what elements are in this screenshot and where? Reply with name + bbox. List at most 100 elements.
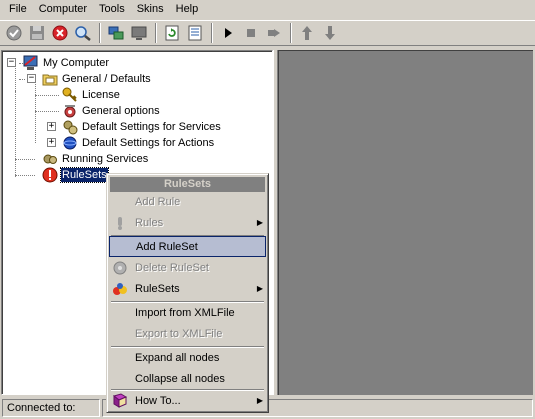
folder-icon — [42, 71, 58, 87]
red-x-circle-icon — [52, 25, 68, 41]
tree-connector — [15, 175, 35, 176]
tree-node-running-services[interactable]: Running Services — [42, 151, 149, 167]
menu-file[interactable]: File — [3, 1, 33, 18]
toolbar — [0, 20, 535, 46]
menu-item-add-ruleset[interactable]: Add RuleSet — [109, 236, 266, 257]
menu-item-label: Delete RuleSet — [135, 261, 209, 274]
menu-item-label: RuleSets — [135, 282, 180, 295]
running-gears-icon — [42, 151, 58, 167]
tree-node-label: Default Settings for Actions — [82, 137, 215, 149]
tree-node-label: General / Defaults — [62, 73, 151, 85]
monitor-icon — [131, 26, 147, 40]
blank-icon — [109, 368, 131, 389]
menu-skins[interactable]: Skins — [131, 1, 170, 18]
tree-node-rulesets[interactable]: RuleSets — [42, 167, 109, 183]
save-button[interactable] — [26, 22, 48, 44]
tree-node-default-services[interactable]: Default Settings for Services — [62, 119, 222, 135]
magnifier-icon — [75, 26, 91, 41]
rulesets-exclamation-icon — [42, 167, 58, 183]
move-up-button[interactable] — [296, 22, 318, 44]
toolbar-separator — [290, 23, 292, 43]
connect-button[interactable] — [3, 22, 25, 44]
tree-node-default-actions[interactable]: Default Settings for Actions — [62, 135, 215, 151]
refresh-button[interactable] — [161, 22, 183, 44]
properties-list-icon — [188, 25, 202, 41]
actions-globe-icon — [62, 135, 78, 151]
blank-icon — [109, 323, 131, 344]
expand-toggle[interactable]: + — [47, 138, 56, 147]
tree-connector — [35, 81, 36, 143]
refresh-icon — [165, 25, 179, 41]
menu-item-label: Collapse all nodes — [135, 372, 225, 385]
tree-connector — [15, 159, 35, 160]
menu-item-label: Export to XMLFile — [135, 327, 223, 340]
menu-bar: File Computer Tools Skins Help — [0, 0, 535, 19]
submenu-arrow-icon: ▶ — [256, 284, 264, 293]
toolbar-separator — [155, 23, 157, 43]
arrow-down-icon — [325, 26, 335, 40]
menu-item-label: Add Rule — [135, 195, 181, 208]
help-book-icon — [109, 390, 131, 411]
tree-connector — [15, 65, 16, 91]
menu-item-collapse-all[interactable]: Collapse all nodes — [109, 368, 266, 389]
submenu-arrow-icon: ▶ — [256, 396, 264, 405]
menu-item-label: Rules — [135, 216, 164, 229]
toolbar-separator — [211, 23, 213, 43]
tree-node-general-options[interactable]: General options — [62, 103, 161, 119]
find-computer-button[interactable] — [72, 22, 94, 44]
stop-button[interactable] — [240, 22, 262, 44]
stop-icon — [247, 29, 255, 37]
menu-item-rules[interactable]: Rules ▶ — [109, 212, 266, 233]
tree-node-label: My Computer — [43, 57, 110, 69]
network-computers-icon — [108, 26, 124, 40]
tree-connector — [35, 111, 59, 112]
blank-icon — [110, 236, 132, 257]
step-forward-icon — [268, 29, 280, 37]
computer-icon — [23, 55, 39, 71]
menu-item-rulesets[interactable]: RuleSets ▶ — [109, 278, 266, 299]
menu-item-label: How To... — [135, 394, 181, 407]
pause-button[interactable] — [263, 22, 285, 44]
menu-help[interactable]: Help — [170, 1, 205, 18]
tree-node-my-computer[interactable]: My Computer — [23, 55, 110, 71]
blank-icon — [109, 191, 131, 212]
blank-icon — [109, 302, 131, 323]
computers-button[interactable] — [105, 22, 127, 44]
context-menu-title: RuleSets — [110, 177, 265, 192]
menu-item-expand-all[interactable]: Expand all nodes — [109, 347, 266, 368]
menu-computer[interactable]: Computer — [33, 1, 93, 18]
floppy-disk-icon — [30, 26, 44, 40]
arrow-up-icon — [302, 26, 312, 40]
menu-item-export-xml[interactable]: Export to XMLFile — [109, 323, 266, 344]
tree-node-label: License — [82, 89, 120, 101]
menu-tools[interactable]: Tools — [93, 1, 131, 18]
tree-node-license[interactable]: License — [62, 87, 121, 103]
collapse-toggle[interactable]: − — [7, 58, 16, 67]
rulesets-stack-icon — [109, 278, 131, 299]
context-menu: RuleSets Add Rule Rules ▶ Add RuleSet De… — [106, 173, 269, 413]
expand-toggle[interactable]: + — [47, 122, 56, 131]
tree-node-general-defaults[interactable]: General / Defaults — [42, 71, 152, 87]
play-icon — [225, 28, 232, 38]
disconnect-button[interactable] — [49, 22, 71, 44]
services-gears-icon — [62, 119, 78, 135]
start-button[interactable] — [217, 22, 239, 44]
tree-node-label: General options — [82, 105, 160, 117]
menu-item-how-to[interactable]: How To... ▶ — [109, 390, 266, 411]
delete-disc-icon — [109, 257, 131, 278]
rule-exclamation-icon — [109, 212, 131, 233]
menu-item-label: Expand all nodes — [135, 351, 220, 364]
menu-item-import-xml[interactable]: Import from XMLFile — [109, 302, 266, 323]
menu-item-delete-ruleset[interactable]: Delete RuleSet — [109, 257, 266, 278]
menu-item-add-rule[interactable]: Add Rule — [109, 191, 266, 212]
connection-status: Connected to: — [2, 399, 100, 417]
settings-gear-icon — [62, 103, 78, 119]
move-down-button[interactable] — [319, 22, 341, 44]
collapse-toggle[interactable]: − — [27, 74, 36, 83]
properties-button[interactable] — [184, 22, 206, 44]
display-button[interactable] — [128, 22, 150, 44]
toolbar-separator — [99, 23, 101, 43]
tree-node-label: Default Settings for Services — [82, 121, 221, 133]
tree-node-label: Running Services — [62, 153, 149, 165]
check-circle-icon — [6, 25, 22, 41]
